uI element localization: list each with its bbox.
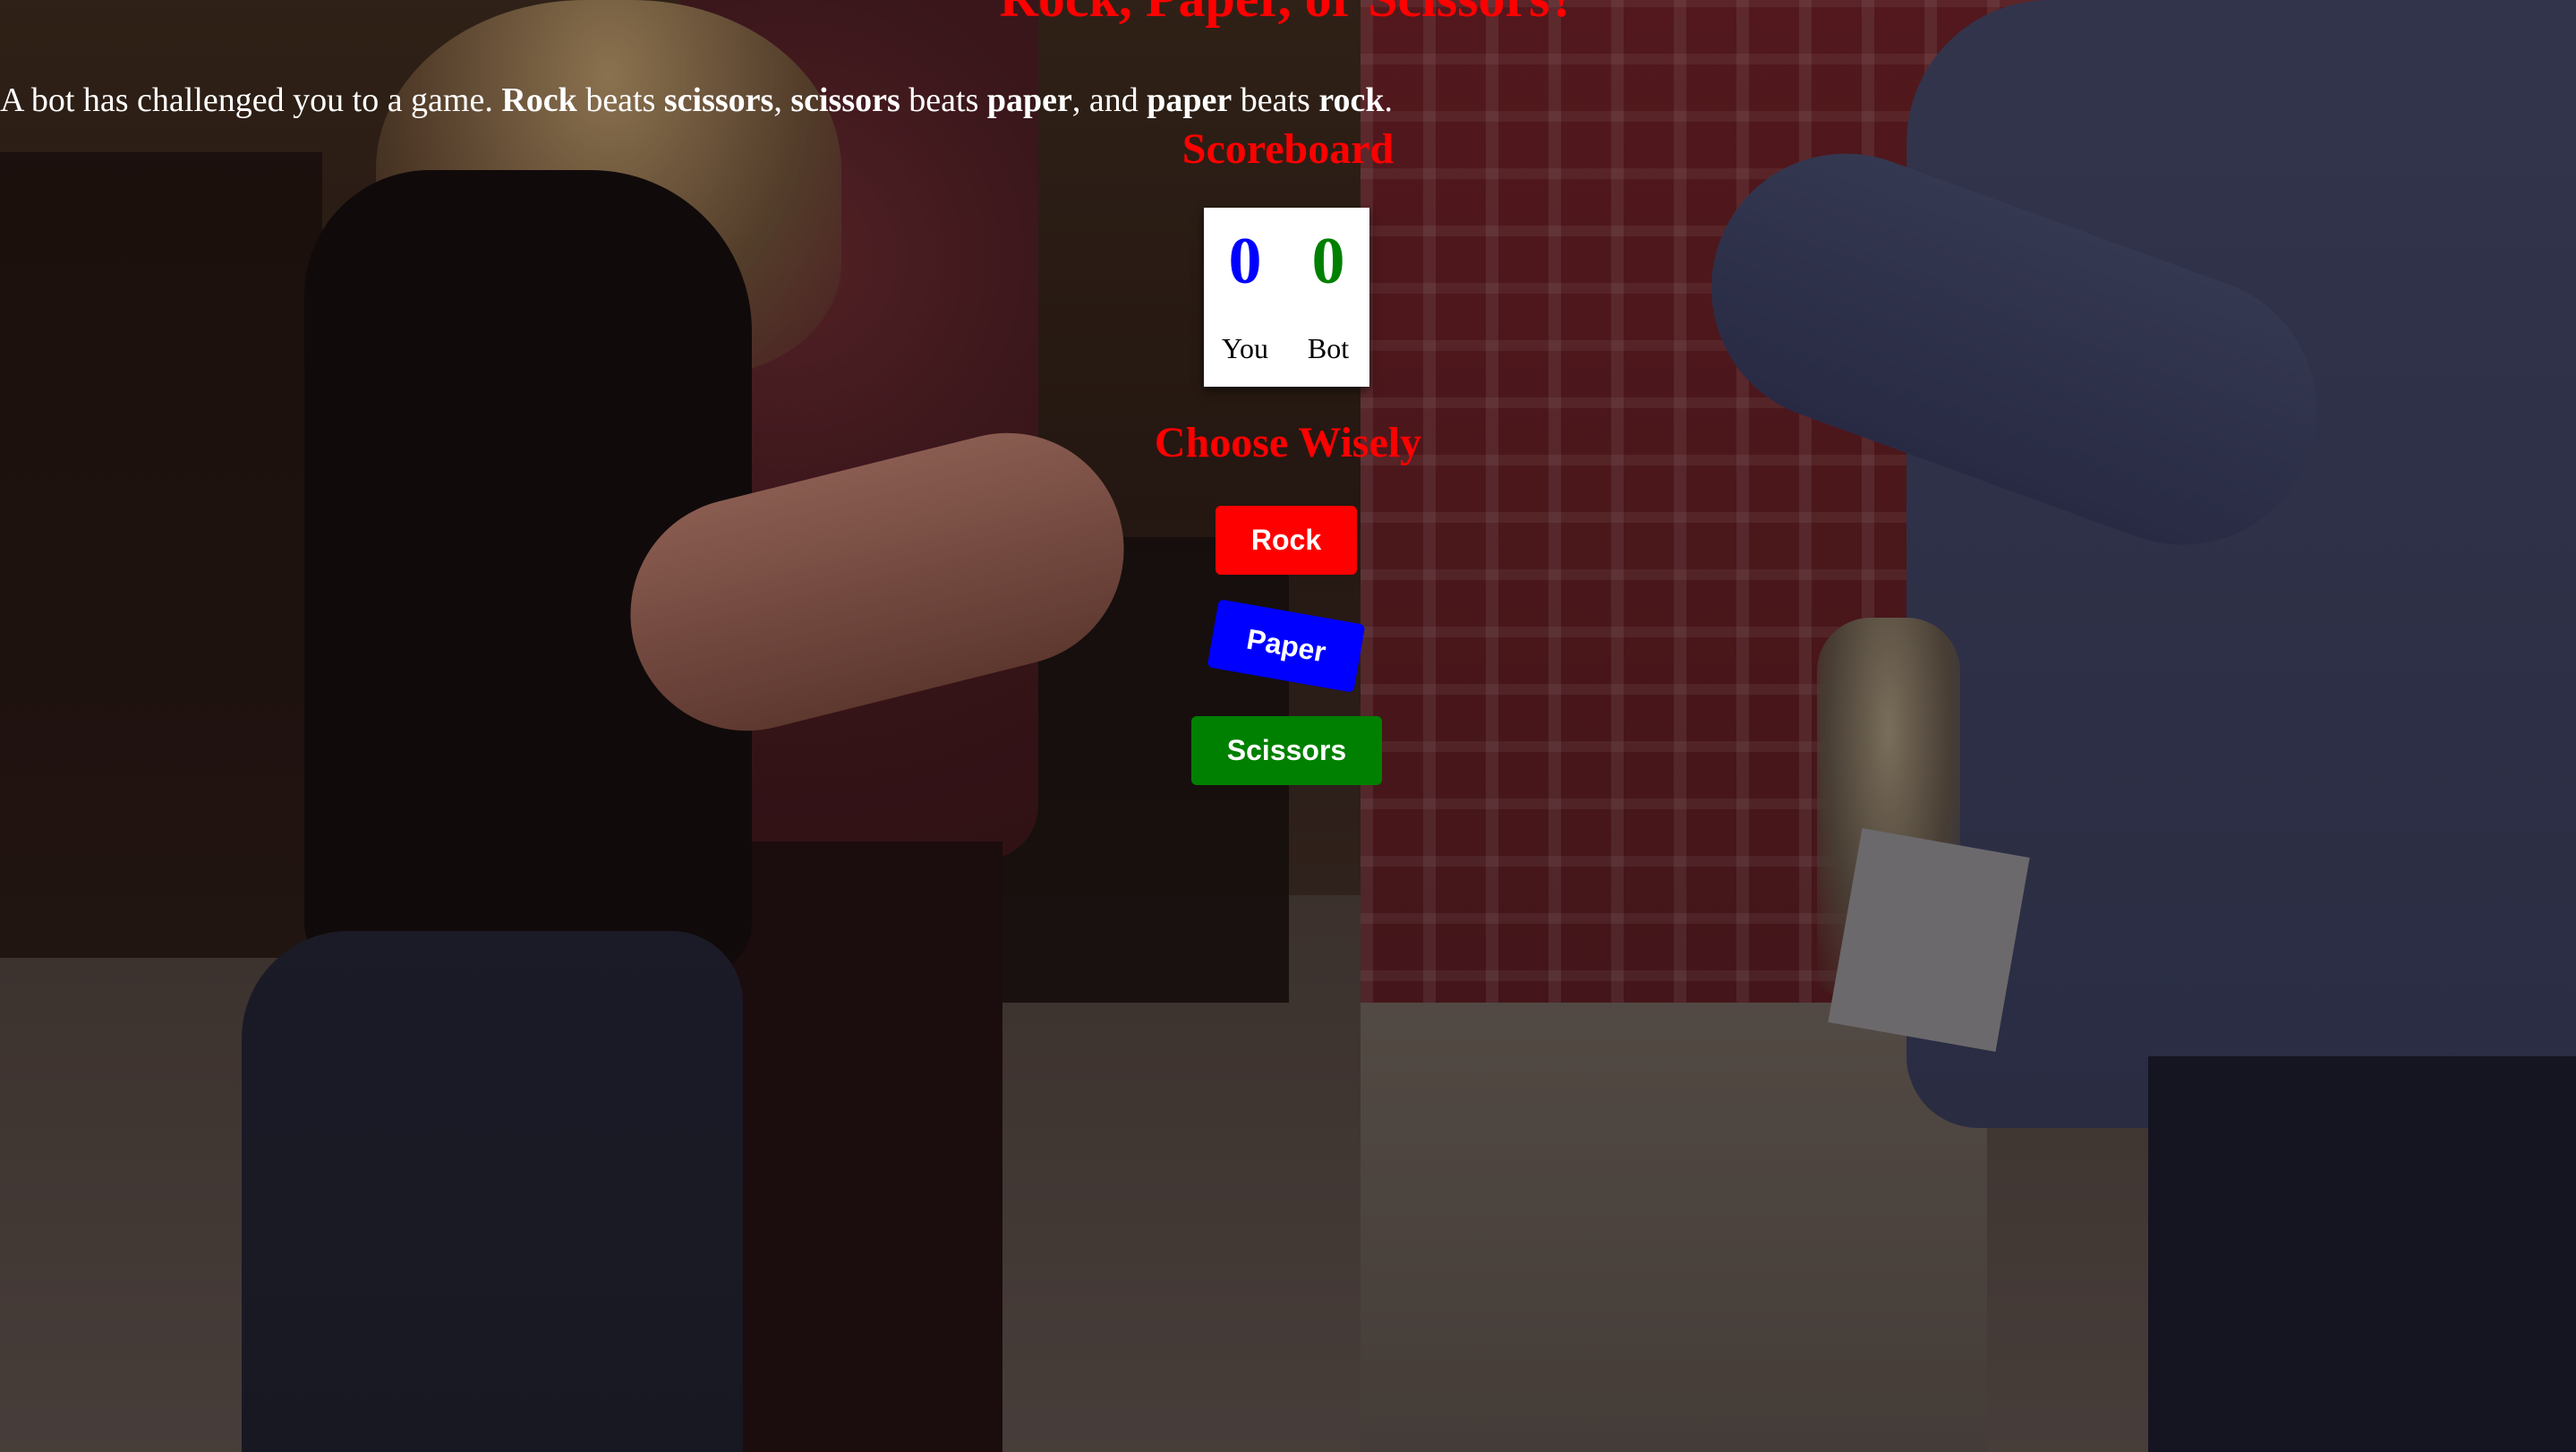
bot-label: Bot (1307, 332, 1350, 364)
instructions-text: beats (576, 81, 664, 119)
instructions-rock: rock (1318, 81, 1385, 119)
player-label: You (1222, 332, 1268, 364)
instructions-rock: Rock (501, 81, 577, 119)
instructions-paper: paper (986, 81, 1072, 119)
paper-button[interactable]: Paper (1207, 599, 1366, 693)
page-title: Rock, Paper, or Scissors? (0, 0, 2576, 30)
instructions-paper: paper (1147, 81, 1233, 119)
instructions-text: . (1384, 81, 1394, 119)
instructions-text: beats (900, 81, 987, 119)
instructions-text: beats (1232, 81, 1319, 119)
instructions-text: , (773, 81, 791, 119)
game-instructions: A bot has challenged you to a game. Rock… (0, 81, 1393, 122)
choose-heading: Choose Wisely (1154, 419, 1422, 466)
scissors-button[interactable]: Scissors (1191, 716, 1382, 785)
instructions-text: , and (1071, 81, 1147, 119)
player-score: 0 (1228, 225, 1262, 298)
rock-button[interactable]: Rock (1215, 506, 1357, 575)
scoreboard-card: 0 0 You Bot (1204, 208, 1369, 387)
instructions-scissors: scissors (663, 81, 774, 119)
scoreboard-heading: Scoreboard (1181, 125, 1395, 173)
instructions-scissors: scissors (790, 81, 900, 119)
instructions-text: A bot has challenged you to a game. (0, 81, 502, 119)
bot-score: 0 (1311, 225, 1345, 298)
game-page: Rock, Paper, or Scissors? A bot has chal… (0, 0, 2576, 1452)
